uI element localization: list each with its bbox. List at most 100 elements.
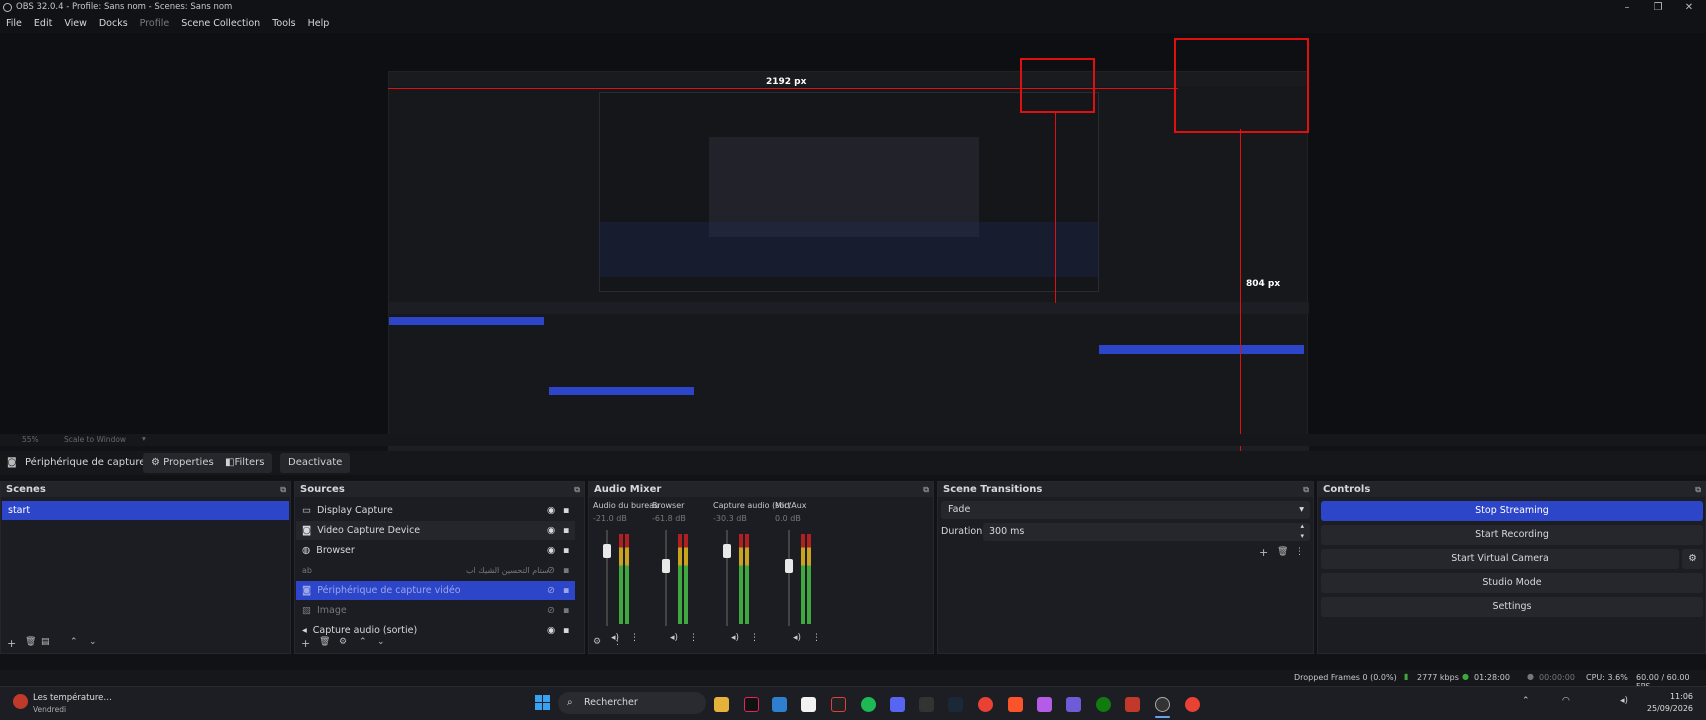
windows-start-icon[interactable] xyxy=(535,695,550,710)
mute-speaker-icon[interactable]: ◂) xyxy=(793,633,801,643)
hidden-icon[interactable]: ⊘ xyxy=(547,561,555,580)
visibility-icon[interactable]: ◉ xyxy=(547,521,555,540)
spinner-icon[interactable]: ▴ ▾ xyxy=(1300,521,1304,541)
wifi-icon[interactable]: ◠ xyxy=(1562,696,1570,706)
move-up-icon[interactable]: ⌃ xyxy=(70,637,78,647)
scale-dropdown-icon[interactable]: ▾ xyxy=(142,434,146,443)
volume-slider-handle[interactable] xyxy=(723,544,731,558)
steam-icon[interactable] xyxy=(948,697,963,712)
menu-file[interactable]: File xyxy=(0,16,28,32)
undock-icon[interactable]: ⧉ xyxy=(280,484,286,495)
source-item[interactable]: ◂ Capture audio (sortie) ◉ ▪ xyxy=(296,621,575,640)
obs-taskbar-icon[interactable] xyxy=(1155,697,1170,712)
menu-tools[interactable]: Tools xyxy=(266,16,301,32)
tiktok-icon[interactable] xyxy=(744,697,759,712)
weather-icon[interactable] xyxy=(13,694,28,709)
minimize-button[interactable]: – xyxy=(1617,1,1637,14)
deactivate-button[interactable]: Deactivate xyxy=(280,453,351,473)
start-virtual-camera-button[interactable]: Start Virtual Camera xyxy=(1321,549,1679,569)
app-icon[interactable] xyxy=(1066,697,1081,712)
visibility-icon[interactable]: ◉ xyxy=(547,501,555,520)
visibility-icon[interactable]: ◉ xyxy=(547,621,555,640)
menu-profile[interactable]: Profile xyxy=(134,16,176,32)
app-icon[interactable] xyxy=(1037,697,1052,712)
brave-icon[interactable] xyxy=(1008,697,1023,712)
menu-scene-collection[interactable]: Scene Collection xyxy=(175,16,266,32)
visibility-icon[interactable]: ◉ xyxy=(547,541,555,560)
lock-icon[interactable]: ▪ xyxy=(563,601,569,620)
settings-button[interactable]: Settings xyxy=(1321,597,1703,617)
more-options-icon[interactable]: ⋮ xyxy=(613,637,622,647)
lock-icon[interactable]: ▪ xyxy=(563,501,569,520)
add-icon[interactable]: + xyxy=(301,637,310,650)
discord-icon[interactable] xyxy=(890,697,905,712)
menu-edit[interactable]: Edit xyxy=(28,16,58,32)
volume-slider-handle[interactable] xyxy=(785,559,793,573)
move-down-icon[interactable]: ⌄ xyxy=(89,637,97,647)
properties-button[interactable]: ⚙ Properties xyxy=(143,453,222,473)
xbox-icon[interactable] xyxy=(1096,697,1111,712)
lock-icon[interactable]: ▪ xyxy=(563,581,569,600)
lock-icon[interactable]: ▪ xyxy=(563,521,569,540)
spotify-icon[interactable] xyxy=(861,697,876,712)
app-icon[interactable] xyxy=(1125,697,1140,712)
preview-canvas[interactable]: 2192 px 804 px xyxy=(0,33,1706,464)
source-item-selected[interactable]: ◙ Périphérique de capture vidéo ⊘ ▪ xyxy=(296,581,575,600)
menu-docks[interactable]: Docks xyxy=(93,16,134,32)
undock-icon[interactable]: ⧉ xyxy=(923,484,929,495)
lock-icon[interactable]: ▪ xyxy=(563,541,569,560)
undock-icon[interactable]: ⧉ xyxy=(1695,484,1701,495)
filters-button[interactable]: ◧Filters xyxy=(217,453,273,473)
taskbar-search[interactable]: ⌕ Rechercher xyxy=(558,692,706,714)
app-icon[interactable] xyxy=(772,697,787,712)
menu-help[interactable]: Help xyxy=(302,16,336,32)
transition-select[interactable]: Fade ▾ xyxy=(941,501,1310,519)
lock-icon[interactable]: ▪ xyxy=(563,621,569,640)
volume-slider-handle[interactable] xyxy=(662,559,670,573)
settings-gear-icon[interactable]: ⚙ xyxy=(593,637,601,647)
virtual-camera-settings-icon[interactable]: ⚙ xyxy=(1682,549,1703,569)
scene-item[interactable]: start xyxy=(2,501,289,520)
close-button[interactable]: ✕ xyxy=(1679,1,1699,14)
lock-icon[interactable]: ▪ xyxy=(563,561,569,580)
channel-options-icon[interactable]: ⋮ xyxy=(689,633,698,643)
undock-icon[interactable]: ⧉ xyxy=(1303,484,1309,495)
chrome-icon[interactable] xyxy=(978,697,993,712)
app-icon[interactable] xyxy=(919,697,934,712)
source-item[interactable]: ab ستام التحسين الشيك اب ⊘ ▪ xyxy=(296,561,575,580)
duration-input[interactable]: 300 ms ▴ ▾ xyxy=(983,521,1310,541)
studio-mode-button[interactable]: Studio Mode xyxy=(1321,573,1703,593)
add-transition-icon[interactable]: + xyxy=(1259,546,1268,559)
trash-icon[interactable]: 🗑 xyxy=(1277,547,1288,557)
store-icon[interactable] xyxy=(801,697,816,712)
source-item[interactable]: ◍ Browser ◉ ▪ xyxy=(296,541,575,560)
menu-view[interactable]: View xyxy=(58,16,93,32)
chrome-icon[interactable] xyxy=(1185,697,1200,712)
hidden-icon[interactable]: ⊘ xyxy=(547,601,555,620)
channel-options-icon[interactable]: ⋮ xyxy=(630,633,639,643)
source-item[interactable]: ▨ Image ⊘ ▪ xyxy=(296,601,575,620)
undock-icon[interactable]: ⧉ xyxy=(574,484,580,495)
volume-icon[interactable]: ◂) xyxy=(1620,696,1628,706)
mute-speaker-icon[interactable]: ◂) xyxy=(731,633,739,643)
zoom-level[interactable]: 55% xyxy=(22,435,39,444)
mute-speaker-icon[interactable]: ◂) xyxy=(670,633,678,643)
move-down-icon[interactable]: ⌄ xyxy=(377,637,385,647)
scale-mode[interactable]: Scale to Window xyxy=(64,435,126,444)
stop-streaming-button[interactable]: Stop Streaming xyxy=(1321,501,1703,521)
trash-icon[interactable]: 🗑 xyxy=(25,637,36,647)
filters-icon[interactable]: ▤ xyxy=(41,637,50,647)
add-icon[interactable]: + xyxy=(7,637,16,650)
start-recording-button[interactable]: Start Recording xyxy=(1321,525,1703,545)
channel-options-icon[interactable]: ⋮ xyxy=(812,633,821,643)
app-icon[interactable] xyxy=(831,697,846,712)
channel-options-icon[interactable]: ⋮ xyxy=(750,633,759,643)
move-up-icon[interactable]: ⌃ xyxy=(359,637,367,647)
gear-icon[interactable]: ⚙ xyxy=(339,637,347,647)
source-item[interactable]: ▭ Display Capture ◉ ▪ xyxy=(296,501,575,520)
maximize-button[interactable]: ❐ xyxy=(1648,1,1668,14)
source-item[interactable]: ◙ Video Capture Device ◉ ▪ xyxy=(296,521,575,540)
selection-bounding-box[interactable] xyxy=(1174,38,1309,133)
hidden-icon[interactable]: ⊘ xyxy=(547,581,555,600)
trash-icon[interactable]: 🗑 xyxy=(319,637,330,647)
